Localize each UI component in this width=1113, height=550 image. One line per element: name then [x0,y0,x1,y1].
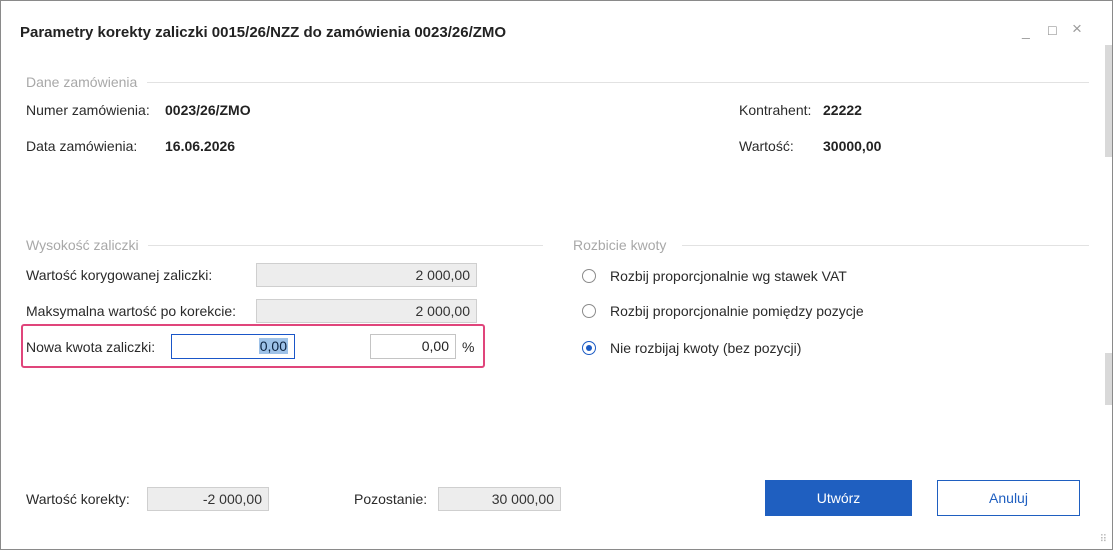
new-amount-value: 0,00 [258,338,288,354]
percent-input[interactable]: 0,00 [370,334,456,359]
corrected-advance-label: Wartość korygowanej zaliczki: [26,267,213,283]
close-icon[interactable]: × [1072,20,1082,37]
new-amount-input[interactable]: 0,00 [171,334,295,359]
remaining-field: 30 000,00 [438,487,561,511]
dialog-title: Parametry korekty zaliczki 0015/26/NZZ d… [20,24,507,41]
advance-section-title: Wysokość zaliczki [26,237,139,253]
radio-selected-icon[interactable] [582,341,596,355]
advance-section-divider [148,245,543,246]
split-option-none-label: Nie rozbijaj kwoty (bez pozycji) [610,340,802,356]
corrected-advance-field: 2 000,00 [256,263,477,287]
correction-value-label: Wartość korekty: [26,491,130,507]
radio-icon[interactable] [582,269,596,283]
split-section-title: Rozbicie kwoty [573,237,667,253]
split-option-positions[interactable]: Rozbij proporcjonalnie pomiędzy pozycje [582,303,864,319]
contractor-label: Kontrahent: [739,102,812,118]
scrollbar-track-lower[interactable] [1105,353,1112,405]
order-section-title: Dane zamówienia [26,74,138,90]
maximize-icon[interactable]: ☐ [1047,23,1058,39]
new-amount-label: Nowa kwota zaliczki: [26,339,156,355]
split-option-positions-label: Rozbij proporcjonalnie pomiędzy pozycje [610,303,864,319]
max-value-label: Maksymalna wartość po korekcie: [26,303,237,319]
resize-grip-icon[interactable]: ⠿ [1100,534,1107,545]
scrollbar-track[interactable] [1105,45,1112,157]
percent-unit: % [462,339,475,355]
remaining-label: Pozostanie: [354,491,428,507]
max-value-field: 2 000,00 [256,299,477,323]
split-option-vat[interactable]: Rozbij proporcjonalnie wg stawek VAT [582,268,847,284]
order-section-divider [147,82,1089,83]
minimize-icon[interactable]: _ [1022,23,1030,39]
correction-value-field: -2 000,00 [147,487,269,511]
split-section-divider [682,245,1089,246]
order-date-value: 16.06.2026 [165,138,236,154]
order-value-label: Wartość: [739,138,794,154]
radio-icon[interactable] [582,304,596,318]
order-date-label: Data zamówienia: [26,138,138,154]
create-button[interactable]: Utwórz [765,480,912,516]
contractor-value: 22222 [823,102,862,118]
order-number-value: 0023/26/ZMO [165,102,251,118]
order-number-label: Numer zamówienia: [26,102,150,118]
dialog-window: Parametry korekty zaliczki 0015/26/NZZ d… [0,0,1113,550]
split-option-vat-label: Rozbij proporcjonalnie wg stawek VAT [610,268,847,284]
split-option-none[interactable]: Nie rozbijaj kwoty (bez pozycji) [582,340,801,356]
order-value-value: 30000,00 [823,138,882,154]
cancel-button[interactable]: Anuluj [937,480,1080,516]
